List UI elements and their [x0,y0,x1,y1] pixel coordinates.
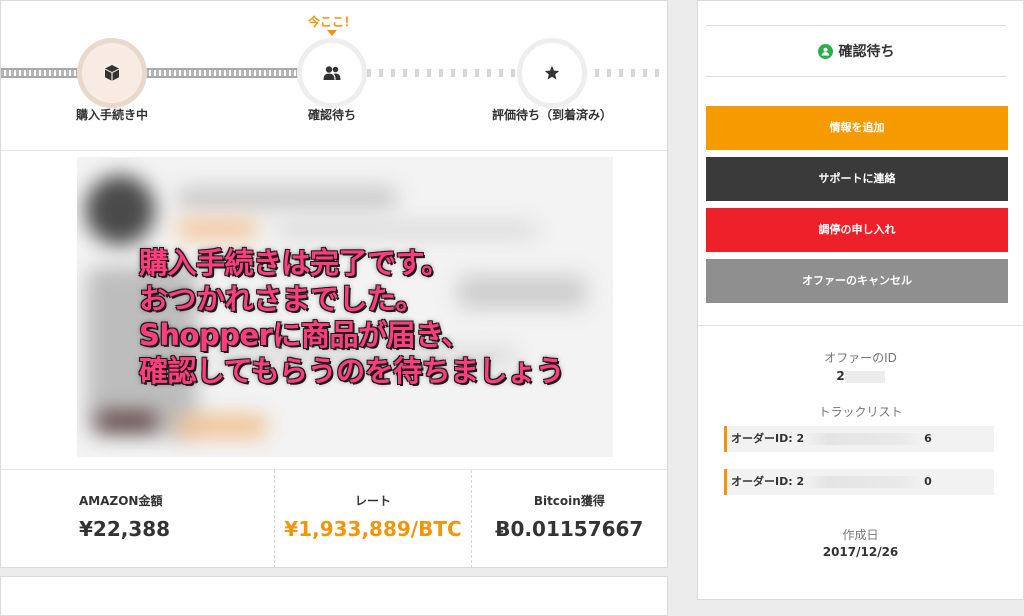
step-purchase-icon-circle [77,38,147,108]
order-id-prefix: オーダーID: 2 [731,475,805,488]
cancel-offer-button[interactable]: オファーのキャンセル [706,259,1008,303]
users-icon [323,66,341,80]
blurred-text [177,187,397,209]
order-id-suffix: 6 [924,432,932,445]
blurred-text [277,223,537,237]
step-label-purchase: 購入手続き中 [75,108,148,122]
status-label: 確認待ち [838,44,895,60]
created-date-value: 2017/12/26 [822,545,899,559]
contact-support-button[interactable]: サポートに連絡 [706,157,1008,201]
current-step-arrow-icon [327,30,337,36]
star-icon [544,65,560,80]
step-confirm-icon-circle [297,38,367,108]
order-id-prefix: オーダーID: 2 [731,432,805,445]
stat-rate: レート ¥1,933,889/BTC [274,470,470,568]
user-icon [821,47,829,56]
user-status-icon [817,43,833,59]
redaction-mask [804,433,925,445]
created-date-label: 作成日 [842,528,879,542]
progress-tracker: 今ここ！ 購入手続き中 確認待ち 評価待ち（到着済み） [1,1,667,151]
product-preview-blurred: 購入手続きは完了です。 おつかれさまでした。 Shopperに商品が届き、 確認… [77,157,613,457]
completion-message-overlay: 購入手続きは完了です。 おつかれさまでした。 Shopperに商品が届き、 確認… [139,245,609,389]
current-step-badge: 今ここ！ [307,15,356,29]
box-icon [105,65,119,81]
stat-amazon-amount: AMAZON金額 ¥22,388 [1,470,274,568]
stat-bitcoin-earned: Bitcoin獲得 Ƀ0.01157667 [470,470,667,568]
order-id-row[interactable]: オーダーID: 2 0 [724,469,994,495]
track-list-label: トラックリスト [818,405,903,419]
blurred-dark-block [97,412,157,430]
step-review-icon-circle [517,38,587,108]
order-id-suffix: 0 [924,475,932,488]
blurred-highlight [177,219,257,239]
add-info-button[interactable]: 情報を追加 [706,106,1008,150]
status-header: 確認待ち [706,25,1006,77]
overlay-line: おつかれさまでした。 [139,282,425,316]
overlay-line: 確認してもらうのを待ちましょう [139,354,565,388]
stat-value: ¥22,388 [79,517,171,541]
blurred-highlight [177,415,267,437]
secondary-card [0,576,668,616]
offer-id-value: 2 [698,369,1023,383]
overlay-line: Shopperに商品が届き、 [139,318,470,352]
stat-label: AMAZON金額 [79,494,163,508]
redaction-mask [844,370,885,383]
divider [698,325,1023,326]
order-id-row[interactable]: オーダーID: 2 6 [724,426,994,452]
stat-value: Ƀ0.01157667 [495,517,644,541]
offer-sidebar: 確認待ち 情報を追加 サポートに連絡 調停の申し入れ オファーのキャンセル オフ… [697,0,1024,600]
progress-track-done [1,68,301,78]
step-label-review: 評価待ち（到着済み） [491,108,612,122]
overlay-line: 購入手続きは完了です。 [139,246,450,280]
stat-value: ¥1,933,889/BTC [284,517,462,541]
blurred-avatar [85,175,155,245]
offer-id-text: 2 [836,369,845,383]
request-mediation-button[interactable]: 調停の申し入れ [706,208,1008,252]
redaction-mask [804,476,925,488]
transaction-card: 今ここ！ 購入手続き中 確認待ち 評価待ち（到着済み） 購入手続きは完了です。 … [0,0,668,568]
stat-label: レート [354,494,391,508]
offer-id-label: オファーのID [824,351,897,365]
order-stats: AMAZON金額 ¥22,388 レート ¥1,933,889/BTC Bitc… [1,469,667,568]
step-label-confirm: 確認待ち [307,108,356,122]
stat-label: Bitcoin獲得 [533,494,605,508]
